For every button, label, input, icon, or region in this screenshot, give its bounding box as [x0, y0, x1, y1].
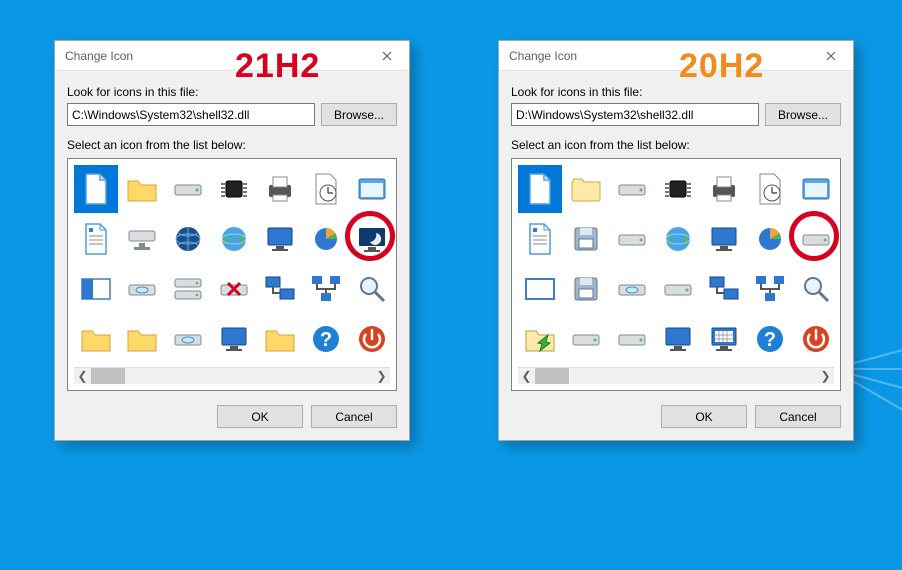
window-blank-xp-icon[interactable]	[518, 265, 562, 313]
folder-icon[interactable]	[120, 165, 164, 213]
globe-dark-icon[interactable]	[166, 215, 210, 263]
magnifier-icon[interactable]	[350, 265, 394, 313]
ok-button[interactable]: OK	[661, 405, 747, 428]
icon-file-path-input[interactable]	[67, 103, 315, 126]
question-blue-icon[interactable]: ?	[304, 315, 348, 363]
blank-file-icon[interactable]	[74, 165, 118, 213]
monitor-xp-icon[interactable]	[702, 215, 746, 263]
network-xp-icon[interactable]	[748, 265, 792, 313]
printer-xp-icon[interactable]	[702, 165, 746, 213]
text-file-xp-icon[interactable]	[518, 215, 562, 263]
close-icon	[382, 51, 392, 61]
two-pane-icon[interactable]	[74, 265, 118, 313]
icon-list: ? ❮ ❯	[511, 158, 841, 391]
pie-chart-xp-icon[interactable]	[748, 215, 792, 263]
chip-icon[interactable]	[212, 165, 256, 213]
power-red-icon[interactable]	[350, 315, 394, 363]
pie-chart-icon[interactable]	[304, 215, 348, 263]
text-file-icon[interactable]	[74, 215, 118, 263]
change-icon-dialog-21h2: 21H2 Change Icon Look for icons in this …	[54, 40, 410, 441]
globe-icon[interactable]	[212, 215, 256, 263]
network-services-icon[interactable]	[166, 265, 210, 313]
svg-text:?: ?	[764, 329, 776, 351]
x-drive-xp-icon[interactable]	[656, 265, 700, 313]
scroll-thumb[interactable]	[535, 368, 569, 384]
change-icon-dialog-20h2: 20H2 Change Icon Look for icons in this …	[498, 40, 854, 441]
power-red-xp-icon[interactable]	[794, 315, 838, 363]
scroll-left-button[interactable]: ❮	[74, 368, 91, 384]
horizontal-scrollbar[interactable]: ❮ ❯	[518, 367, 834, 384]
window-frame-xp-icon[interactable]	[794, 165, 838, 213]
network-icon[interactable]	[304, 265, 348, 313]
drive2-xp-icon[interactable]	[610, 315, 654, 363]
drive-xp-icon[interactable]	[610, 165, 654, 213]
screen-xp-icon[interactable]	[656, 315, 700, 363]
cancel-button[interactable]: Cancel	[311, 405, 397, 428]
browse-button[interactable]: Browse...	[765, 103, 841, 126]
icon-file-path-input[interactable]	[511, 103, 759, 126]
scroll-right-button[interactable]: ❯	[817, 368, 834, 384]
scroll-thumb[interactable]	[91, 368, 125, 384]
dialog-title: Change Icon	[65, 49, 133, 63]
version-label-20h2: 20H2	[679, 47, 764, 86]
horizontal-scrollbar[interactable]: ❮ ❯	[74, 367, 390, 384]
scroll-track[interactable]	[535, 368, 817, 384]
version-label-21h2: 21H2	[235, 47, 320, 86]
clock-file-icon[interactable]	[304, 165, 348, 213]
disc-drive-icon[interactable]	[166, 315, 210, 363]
monitor-grid-xp-icon[interactable]	[702, 315, 746, 363]
lookfor-label: Look for icons in this file:	[511, 85, 841, 99]
floppy-stack-xp-icon[interactable]	[564, 215, 608, 263]
network-drive-icon[interactable]	[120, 215, 164, 263]
selectlist-label: Select an icon from the list below:	[511, 138, 841, 152]
close-button[interactable]	[364, 41, 409, 71]
cd-drive-xp-icon[interactable]	[610, 215, 654, 263]
moon-drive-xp-icon[interactable]	[794, 215, 838, 263]
cd-stack-xp-icon[interactable]	[610, 265, 654, 313]
ok-button[interactable]: OK	[217, 405, 303, 428]
computer-network-icon[interactable]	[258, 265, 302, 313]
titlebar: Change Icon	[499, 41, 853, 71]
lookfor-label: Look for icons in this file:	[67, 85, 397, 99]
chip-xp-icon[interactable]	[656, 165, 700, 213]
selectlist-label: Select an icon from the list below:	[67, 138, 397, 152]
close-icon	[826, 51, 836, 61]
window-frame-icon[interactable]	[350, 165, 394, 213]
grid-folder-icon[interactable]	[258, 315, 302, 363]
floppy-xp-icon[interactable]	[564, 265, 608, 313]
close-button[interactable]	[808, 41, 853, 71]
scroll-track[interactable]	[91, 368, 373, 384]
dialog-title: Change Icon	[509, 49, 577, 63]
green-arrow-xp-icon[interactable]	[518, 315, 562, 363]
drive-stack-xp-icon[interactable]	[564, 315, 608, 363]
cancel-button[interactable]: Cancel	[755, 405, 841, 428]
printer-icon[interactable]	[258, 165, 302, 213]
browse-button[interactable]: Browse...	[321, 103, 397, 126]
computer-network-xp-icon[interactable]	[702, 265, 746, 313]
moon-monitor-icon[interactable]	[350, 215, 394, 263]
clock-file-xp-icon[interactable]	[748, 165, 792, 213]
hard-drive-icon[interactable]	[166, 165, 210, 213]
titlebar: Change Icon	[55, 41, 409, 71]
scroll-left-button[interactable]: ❮	[518, 368, 535, 384]
x-drive-icon[interactable]	[212, 265, 256, 313]
optical-drive-icon[interactable]	[120, 265, 164, 313]
green-folder-arrow-icon[interactable]	[74, 315, 118, 363]
manila-folder-icon[interactable]	[120, 315, 164, 363]
svg-text:?: ?	[320, 329, 332, 351]
scroll-right-button[interactable]: ❯	[373, 368, 390, 384]
desktop-monitor-icon[interactable]	[258, 215, 302, 263]
screen-icon[interactable]	[212, 315, 256, 363]
blank-file-xp-icon[interactable]	[518, 165, 562, 213]
globe-xp-icon[interactable]	[656, 215, 700, 263]
magnifier-xp-icon[interactable]	[794, 265, 838, 313]
folder-xp-icon[interactable]	[564, 165, 608, 213]
icon-list: ? ❮ ❯	[67, 158, 397, 391]
question-blue-xp-icon[interactable]: ?	[748, 315, 792, 363]
